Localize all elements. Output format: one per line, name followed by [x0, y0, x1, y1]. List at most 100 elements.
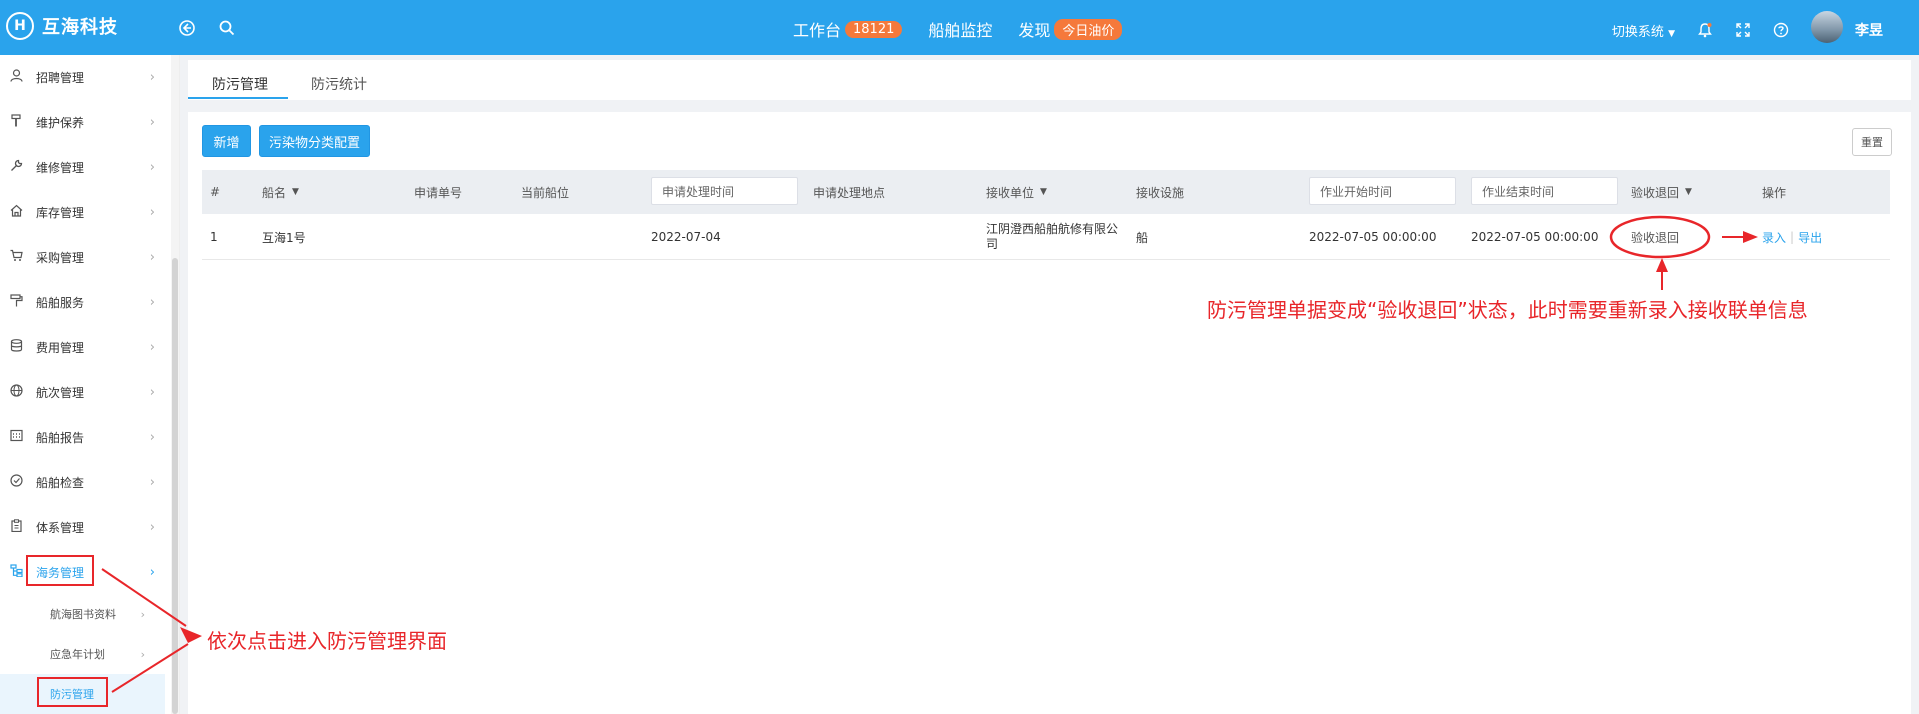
user-icon: [8, 69, 24, 86]
brand-logo[interactable]: H 互海科技: [6, 12, 118, 40]
sidebar-item-label: 维修管理: [36, 161, 85, 175]
cell-index: 1: [210, 230, 218, 244]
cell-operations: 录入 | 导出: [1762, 214, 1822, 260]
sidebar-item-purchase[interactable]: 采购管理 ›: [0, 235, 165, 280]
clipboard-icon: [8, 519, 24, 536]
nav-discover-label: 发现: [1018, 21, 1051, 40]
sidebar-item-ship-report[interactable]: 船舶报告 ›: [0, 415, 165, 460]
status-annotation: 防污管理单据变成“验收退回”状态，此时需要重新录入接收联单信息: [1207, 298, 1808, 322]
nav-workbench[interactable]: 工作台 18121: [793, 17, 903, 41]
chevron-right-icon: ›: [149, 295, 155, 310]
reset-button[interactable]: 重置: [1852, 128, 1892, 156]
col-apply-no: 申请单号: [414, 185, 463, 200]
nav-ship-monitor-label: 船舶监控: [928, 21, 993, 40]
cell-apply-time: 2022-07-04: [651, 230, 721, 244]
globe-icon: [8, 384, 24, 401]
sidebar-item-inventory[interactable]: 库存管理 ›: [0, 190, 165, 235]
calendar-icon: [8, 429, 24, 446]
sidebar-item-label: 船舶服务: [36, 296, 85, 310]
header-right-tools: 切换系统 ▼ 李昱: [1612, 11, 1883, 43]
sidebar-item-voyage[interactable]: 航次管理 ›: [0, 370, 165, 415]
sidebar: 招聘管理 › 维护保养 › 维修管理 › 库存管理 › 采购管理 › 船舶服务 …: [0, 55, 180, 714]
cell-ship-name: 互海1号: [262, 230, 306, 245]
check-circle-icon: [8, 474, 24, 491]
sidebar-item-recruitment[interactable]: 招聘管理 ›: [0, 55, 165, 100]
oil-price-badge[interactable]: 今日油价: [1054, 18, 1123, 40]
col-status-filter[interactable]: 验收退回 ▼: [1631, 170, 1692, 214]
caret-down-icon: ▼: [292, 187, 299, 197]
top-nav: 工作台 18121 船舶监控 发现 今日油价: [793, 17, 1148, 41]
apply-time-filter[interactable]: 申请处理时间: [651, 177, 798, 205]
sidebar-item-label: 库存管理: [36, 206, 85, 220]
col-ship-name[interactable]: 船名 ▼: [262, 170, 299, 214]
sidebar-item-ship-inspection[interactable]: 船舶检查 ›: [0, 460, 165, 505]
switch-system-label: 切换系统: [1611, 24, 1664, 40]
sidebar-item-system[interactable]: 体系管理 ›: [0, 505, 165, 550]
help-icon[interactable]: [1773, 22, 1789, 38]
bell-icon[interactable]: [1697, 22, 1713, 38]
chevron-right-icon: ›: [149, 70, 155, 85]
wrench-icon: [8, 159, 24, 176]
active-tab-indicator: [188, 97, 288, 99]
logo-icon: H: [6, 12, 34, 40]
col-operations: 操作: [1762, 185, 1787, 200]
sidebar-item-expenses[interactable]: 费用管理 ›: [0, 325, 165, 370]
back-circle-icon[interactable]: [176, 17, 198, 39]
chevron-right-icon: ›: [140, 647, 145, 661]
brand-name: 互海科技: [42, 17, 118, 38]
highlight-antifouling: [37, 677, 108, 707]
chevron-right-icon: ›: [149, 475, 155, 490]
col-facility: 接收设施: [1136, 185, 1185, 200]
top-header: H 互海科技 工作台 18121 船舶监控 发现 今日油价 切换系统 ▼ 李昱: [0, 0, 1919, 55]
sidebar-item-maintenance[interactable]: 维护保养 ›: [0, 100, 165, 145]
sidebar-subitem-label: 航海图书资料: [50, 608, 116, 621]
add-button[interactable]: 新增: [202, 125, 251, 157]
caret-down-icon: ▼: [1040, 187, 1047, 197]
sidebar-item-label: 船舶报告: [36, 431, 85, 445]
tab-antifouling-management[interactable]: 防污管理: [212, 74, 268, 94]
sidebar-item-repair[interactable]: 维修管理 ›: [0, 145, 165, 190]
pollutant-config-button[interactable]: 污染物分类配置: [259, 125, 370, 157]
database-icon: [8, 339, 24, 356]
end-time-filter[interactable]: 作业结束时间: [1471, 177, 1618, 205]
chevron-right-icon: ›: [149, 160, 155, 175]
sidebar-item-label: 体系管理: [36, 521, 85, 535]
paint-roller-icon: [8, 294, 24, 311]
search-icon[interactable]: [216, 17, 238, 39]
tab-bar: 防污管理 防污统计: [188, 60, 1911, 100]
chevron-right-icon: ›: [149, 565, 155, 580]
sitemap-icon: [8, 564, 24, 581]
chevron-right-icon: ›: [149, 205, 155, 220]
cell-receiver: 江阴澄西船舶航修有限公司: [986, 222, 1119, 251]
sidebar-subitem-nautical-docs[interactable]: 航海图书资料 ›: [0, 594, 165, 634]
highlight-marine-affairs: [26, 555, 94, 586]
sidebar-item-label: 采购管理: [36, 251, 85, 265]
sidebar-scrollbar-thumb[interactable]: [172, 258, 178, 714]
col-apply-place: 申请处理地点: [813, 185, 886, 200]
col-receiver-label: 接收单位: [986, 185, 1035, 200]
switch-system-dropdown[interactable]: 切换系统 ▼: [1612, 21, 1675, 40]
cell-facility: 船: [1136, 230, 1149, 245]
sidebar-subitem-emergency-plan[interactable]: 应急年计划 ›: [0, 634, 165, 674]
table-header: # 船名 ▼ 申请单号 当前船位 申请处理时间 申请处理地点 接收单位 ▼ 接收设施…: [202, 170, 1890, 214]
sidebar-item-ship-service[interactable]: 船舶服务 ›: [0, 280, 165, 325]
enter-link[interactable]: 录入: [1762, 229, 1786, 246]
workbench-count-badge: 18121: [845, 20, 903, 38]
cart-icon: [8, 249, 24, 266]
nav-ship-monitor[interactable]: 船舶监控: [928, 17, 992, 41]
chevron-right-icon: ›: [149, 250, 155, 265]
table-row: 1 互海1号 2022-07-04 江阴澄西船舶航修有限公司 船 2022-07…: [202, 214, 1890, 260]
tab-antifouling-stats[interactable]: 防污统计: [311, 74, 367, 94]
start-time-filter[interactable]: 作业开始时间: [1309, 177, 1456, 205]
nav-discover[interactable]: 发现 今日油价: [1018, 17, 1123, 41]
sidebar-subitem-label: 应急年计划: [50, 648, 105, 661]
nav-workbench-label: 工作台: [793, 21, 842, 40]
cell-start-time: 2022-07-05 00:00:00: [1309, 230, 1437, 244]
fullscreen-icon[interactable]: [1735, 22, 1751, 38]
avatar[interactable]: [1811, 11, 1843, 43]
col-status-label: 验收退回: [1631, 185, 1680, 200]
username[interactable]: 李昱: [1855, 20, 1883, 40]
export-link[interactable]: 导出: [1798, 229, 1822, 246]
col-current-position: 当前船位: [521, 185, 570, 200]
col-receiver[interactable]: 接收单位 ▼: [986, 170, 1047, 214]
